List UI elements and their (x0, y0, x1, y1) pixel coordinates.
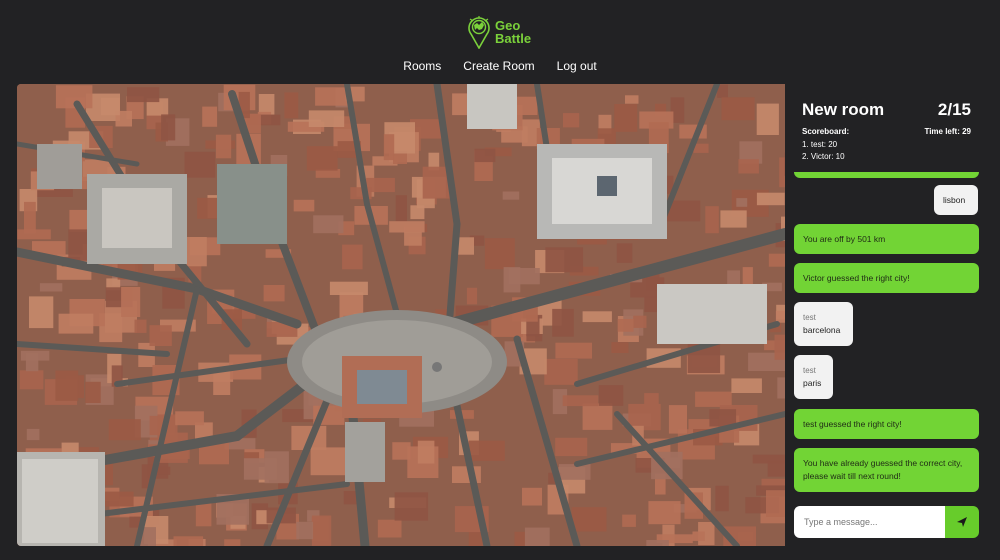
message-author: test (803, 366, 816, 375)
main-nav: Rooms Create Room Log out (0, 59, 1000, 73)
score-entry: 2. Victor: 10 (802, 152, 845, 161)
own-message: lisbon (934, 185, 978, 215)
system-message (794, 172, 979, 178)
nav-create-room[interactable]: Create Room (461, 59, 536, 73)
message-text: lisbon (943, 194, 966, 205)
message-text: You have already guessed the correct cit… (803, 458, 963, 481)
app-header: Geo Battle Rooms Create Room Log out (0, 0, 1000, 84)
room-name: New room (802, 100, 885, 119)
scoreboard-title: Scoreboard: (802, 127, 850, 136)
message-text: paris (803, 378, 822, 388)
user-message: test paris (794, 355, 833, 399)
app-name-line2: Battle (495, 31, 532, 46)
time-left: Time left: 29 (924, 127, 971, 136)
message-text: test guessed the right city! (803, 418, 902, 429)
score-entry: 1. test: 20 (802, 140, 838, 149)
message-text: Victor guessed the right city! (803, 272, 910, 283)
message-input[interactable] (794, 506, 945, 538)
send-button[interactable] (945, 506, 979, 538)
send-icon (957, 517, 967, 527)
message-text: You are off by 501 km (803, 233, 886, 244)
app-name: Geo Battle (495, 19, 531, 45)
system-message: test guessed the right city! (794, 409, 979, 439)
pin-globe-icon (468, 16, 490, 49)
nav-log-out[interactable]: Log out (555, 59, 599, 73)
message-text: barcelona (803, 325, 841, 335)
message-composer (794, 506, 979, 538)
chat-messages[interactable]: lisbon You are off by 501 km Victor gues… (786, 172, 987, 502)
satellite-map-image (17, 84, 785, 546)
scoreboard: 1. test: 20 2. Victor: 10 (802, 139, 845, 163)
system-message: You have already guessed the correct cit… (794, 448, 979, 492)
system-message: Victor guessed the right city! (794, 263, 979, 293)
user-message: test barcelona (794, 302, 853, 346)
satellite-map[interactable] (17, 84, 785, 546)
app-logo[interactable]: Geo Battle (468, 14, 531, 50)
nav-rooms[interactable]: Rooms (401, 59, 443, 73)
message-author: test (803, 313, 816, 322)
round-counter: 2/15 (937, 100, 971, 119)
room-header: New room 2/15 Scoreboard: Time left: 29 … (786, 84, 987, 172)
chat-panel: lisbon You are off by 501 km Victor gues… (786, 84, 987, 546)
system-message: You are off by 501 km (794, 224, 979, 254)
